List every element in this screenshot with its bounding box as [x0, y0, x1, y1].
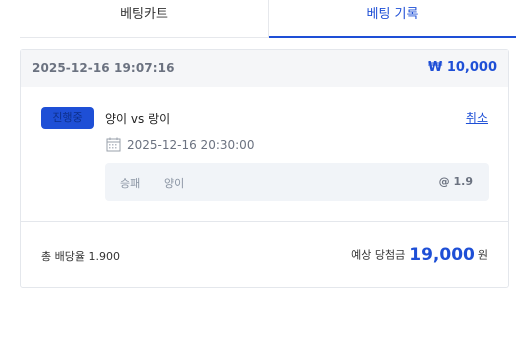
- total-odds: 총 배당율 1.900: [41, 250, 120, 263]
- calendar-icon: [106, 137, 121, 152]
- payout-label: 예상 당첨금: [351, 248, 406, 262]
- status-badge: 진행중: [41, 107, 94, 129]
- payout-unit: 원: [477, 248, 488, 262]
- bet-pick-row: 승패 양이 @ 1.9: [105, 163, 489, 201]
- cancel-bet-link[interactable]: 취소: [466, 109, 488, 126]
- match-title: 양이 vs 랑이: [105, 112, 171, 126]
- pick-market: 승패: [120, 177, 141, 190]
- bet-tabs: 베팅카트 베팅 기록: [0, 0, 516, 38]
- bet-card-header: 2025-12-16 19:07:16 ₩ 10,000: [21, 50, 508, 87]
- bet-record-card: 2025-12-16 19:07:16 ₩ 10,000 진행중 양이 vs 랑…: [20, 49, 509, 288]
- pick-odds: @ 1.9: [438, 175, 473, 188]
- bet-stake-amount: ₩ 10,000: [427, 60, 497, 75]
- expected-payout: 예상 당첨금 19,000 원: [351, 244, 488, 266]
- tab-bet-cart[interactable]: 베팅카트: [20, 0, 269, 38]
- bet-placed-time: 2025-12-16 19:07:16: [32, 61, 175, 75]
- payout-amount: 19,000: [409, 244, 475, 265]
- card-divider: [21, 221, 508, 222]
- game-start-time: 2025-12-16 20:30:00: [127, 138, 255, 152]
- tab-bet-history[interactable]: 베팅 기록: [269, 0, 516, 38]
- pick-selection: 양이: [164, 177, 185, 190]
